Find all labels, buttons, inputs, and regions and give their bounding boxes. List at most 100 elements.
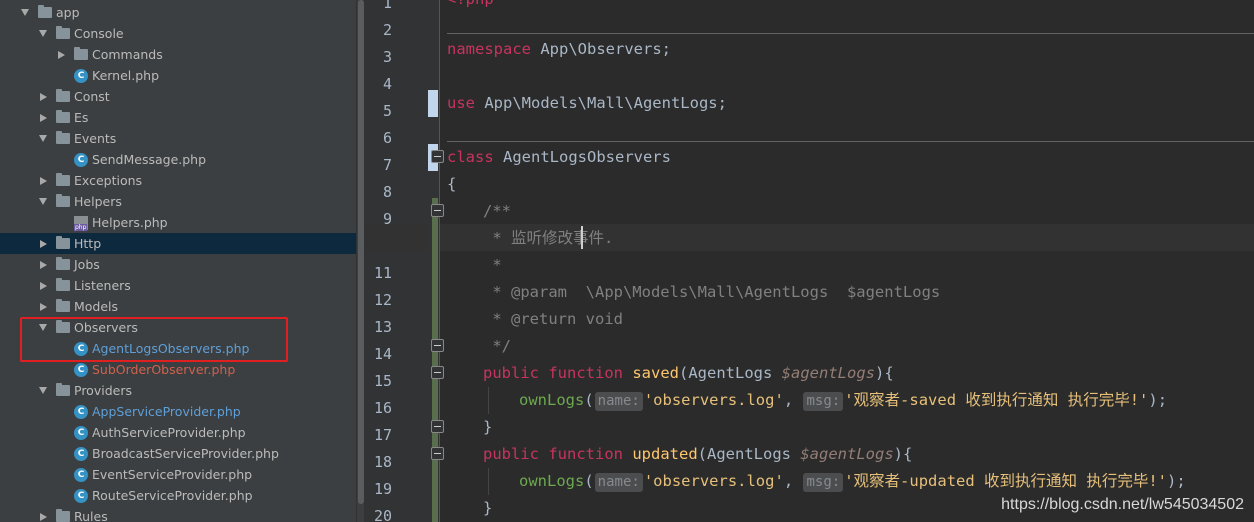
- folder-icon: [56, 257, 70, 270]
- paren-semicolon: );: [1148, 391, 1168, 409]
- tree-item-rules[interactable]: Rules: [0, 506, 356, 522]
- line-number: 1: [382, 0, 392, 12]
- tree-item-es[interactable]: Es: [0, 107, 356, 128]
- folder-icon: [56, 383, 70, 396]
- code-line-8: {: [447, 171, 456, 198]
- tree-item-label: Kernel.php: [92, 68, 160, 83]
- string-literal: 'observers.log': [643, 472, 784, 490]
- tree-item-kernel-php[interactable]: C Kernel.php: [0, 65, 356, 86]
- parameter-hint: msg:: [803, 392, 844, 411]
- paren: (: [584, 472, 594, 490]
- tree-item-events[interactable]: Events: [0, 128, 356, 149]
- doc-comment: * 监听修改事件.: [483, 229, 614, 247]
- line-number: 8: [382, 183, 392, 201]
- keyword-namespace: namespace: [447, 40, 531, 58]
- code-line-19: ownLogs(name:'observers.log', msg: '观察者-u…: [519, 468, 1186, 495]
- tree-item-label: Console: [74, 26, 124, 41]
- tree-item-label: Rules: [74, 509, 108, 522]
- function-call: ownLogs: [519, 472, 585, 490]
- tree-item-label: Http: [74, 236, 102, 251]
- tree-item-const[interactable]: Const: [0, 86, 356, 107]
- expand-arrow-open-icon[interactable]: [38, 386, 48, 396]
- paren-semicolon: );: [1167, 472, 1186, 490]
- comma: ,: [783, 472, 803, 490]
- folder-icon: [56, 236, 70, 249]
- folder-icon: [56, 299, 70, 312]
- tree-item-label: Jobs: [74, 257, 100, 272]
- param-variable: $agentLogs: [781, 364, 875, 382]
- fold-toggle-icon[interactable]: [431, 339, 444, 352]
- tree-item-jobs[interactable]: Jobs: [0, 254, 356, 275]
- indent-guide: [488, 468, 489, 495]
- tree-scrollbar[interactable]: [356, 0, 364, 522]
- tree-item-routeserviceprovider-php[interactable]: C RouteServiceProvider.php: [0, 485, 356, 506]
- line-number: 2: [382, 21, 392, 39]
- line-number: 16: [373, 399, 392, 417]
- tree-item-appserviceprovider-php[interactable]: C AppServiceProvider.php: [0, 401, 356, 422]
- no-arrow: [56, 407, 66, 417]
- expand-arrow-closed-icon[interactable]: [38, 113, 48, 123]
- tree-item-helpers-php[interactable]: Helpers.php: [0, 212, 356, 233]
- keyword-public: public: [483, 445, 539, 463]
- param-type: (AgentLogs: [679, 364, 782, 382]
- fold-toggle-icon[interactable]: [431, 366, 444, 379]
- line-number-gutter: 1234567891011121314151617181920: [364, 0, 428, 522]
- vcs-added-marker[interactable]: [432, 198, 438, 522]
- keyword-public: public: [483, 364, 539, 382]
- brace: }: [483, 418, 493, 436]
- expand-arrow-closed-icon[interactable]: [38, 281, 48, 291]
- tree-item-broadcastserviceprovider-php[interactable]: C BroadcastServiceProvider.php: [0, 443, 356, 464]
- tree-item-label: Helpers.php: [92, 215, 168, 230]
- fold-toggle-icon[interactable]: [431, 420, 444, 433]
- paren-brace: ){: [893, 445, 913, 463]
- fold-toggle-icon[interactable]: [431, 204, 444, 217]
- expand-arrow-closed-icon[interactable]: [38, 302, 48, 312]
- expand-arrow-closed-icon[interactable]: [38, 260, 48, 270]
- folder-icon: [56, 278, 70, 291]
- vcs-change-marker[interactable]: [428, 90, 438, 117]
- tree-item-exceptions[interactable]: Exceptions: [0, 170, 356, 191]
- fold-toggle-icon[interactable]: [431, 150, 444, 163]
- expand-arrow-open-icon[interactable]: [20, 8, 30, 18]
- expand-arrow-closed-icon[interactable]: [38, 92, 48, 102]
- class-file-icon: C: [74, 362, 88, 377]
- no-arrow: [56, 155, 66, 165]
- code-line-17: }: [483, 414, 492, 441]
- expand-arrow-closed-icon[interactable]: [56, 50, 66, 60]
- class-file-icon: C: [74, 446, 88, 461]
- expand-arrow-open-icon[interactable]: [38, 29, 48, 39]
- folder-icon: [56, 509, 70, 522]
- tree-item-sendmessage-php[interactable]: C SendMessage.php: [0, 149, 356, 170]
- code-line-3: namespace App\Observers;: [447, 36, 671, 63]
- tree-item-label: RouteServiceProvider.php: [92, 488, 253, 503]
- line-number: 5: [382, 102, 392, 120]
- param-type: (AgentLogs: [697, 445, 801, 463]
- tree-item-eventserviceprovider-php[interactable]: C EventServiceProvider.php: [0, 464, 356, 485]
- expand-arrow-open-icon[interactable]: [38, 134, 48, 144]
- tree-item-label: SendMessage.php: [92, 152, 207, 167]
- line-number: 18: [373, 453, 392, 471]
- expand-arrow-open-icon[interactable]: [38, 197, 48, 207]
- tree-item-authserviceprovider-php[interactable]: C AuthServiceProvider.php: [0, 422, 356, 443]
- fold-toggle-icon[interactable]: [431, 447, 444, 460]
- tree-item-helpers[interactable]: Helpers: [0, 191, 356, 212]
- code-editor[interactable]: <?php namespace App\Observers; use App\M…: [440, 0, 1254, 522]
- tree-item-http[interactable]: Http: [0, 233, 356, 254]
- tree-item-label: Es: [74, 110, 89, 125]
- tree-item-suborderobserver-php[interactable]: C SubOrderObserver.php: [0, 359, 356, 380]
- folder-icon: [56, 26, 70, 39]
- tree-item-models[interactable]: Models: [0, 296, 356, 317]
- tree-item-label: Helpers: [74, 194, 122, 209]
- tree-item-console[interactable]: Console: [0, 23, 356, 44]
- expand-arrow-closed-icon[interactable]: [38, 512, 48, 522]
- tree-item-providers[interactable]: Providers: [0, 380, 356, 401]
- class-name: AgentLogsObservers: [493, 148, 671, 166]
- tree-item-app[interactable]: app: [0, 2, 356, 23]
- expand-arrow-closed-icon[interactable]: [38, 176, 48, 186]
- tree-item-listeners[interactable]: Listeners: [0, 275, 356, 296]
- tree-item-commands[interactable]: Commands: [0, 44, 356, 65]
- expand-arrow-closed-icon[interactable]: [38, 239, 48, 249]
- class-file-icon: C: [74, 425, 88, 440]
- tree-item-label: Models: [74, 299, 119, 314]
- method-name: updated: [632, 445, 698, 463]
